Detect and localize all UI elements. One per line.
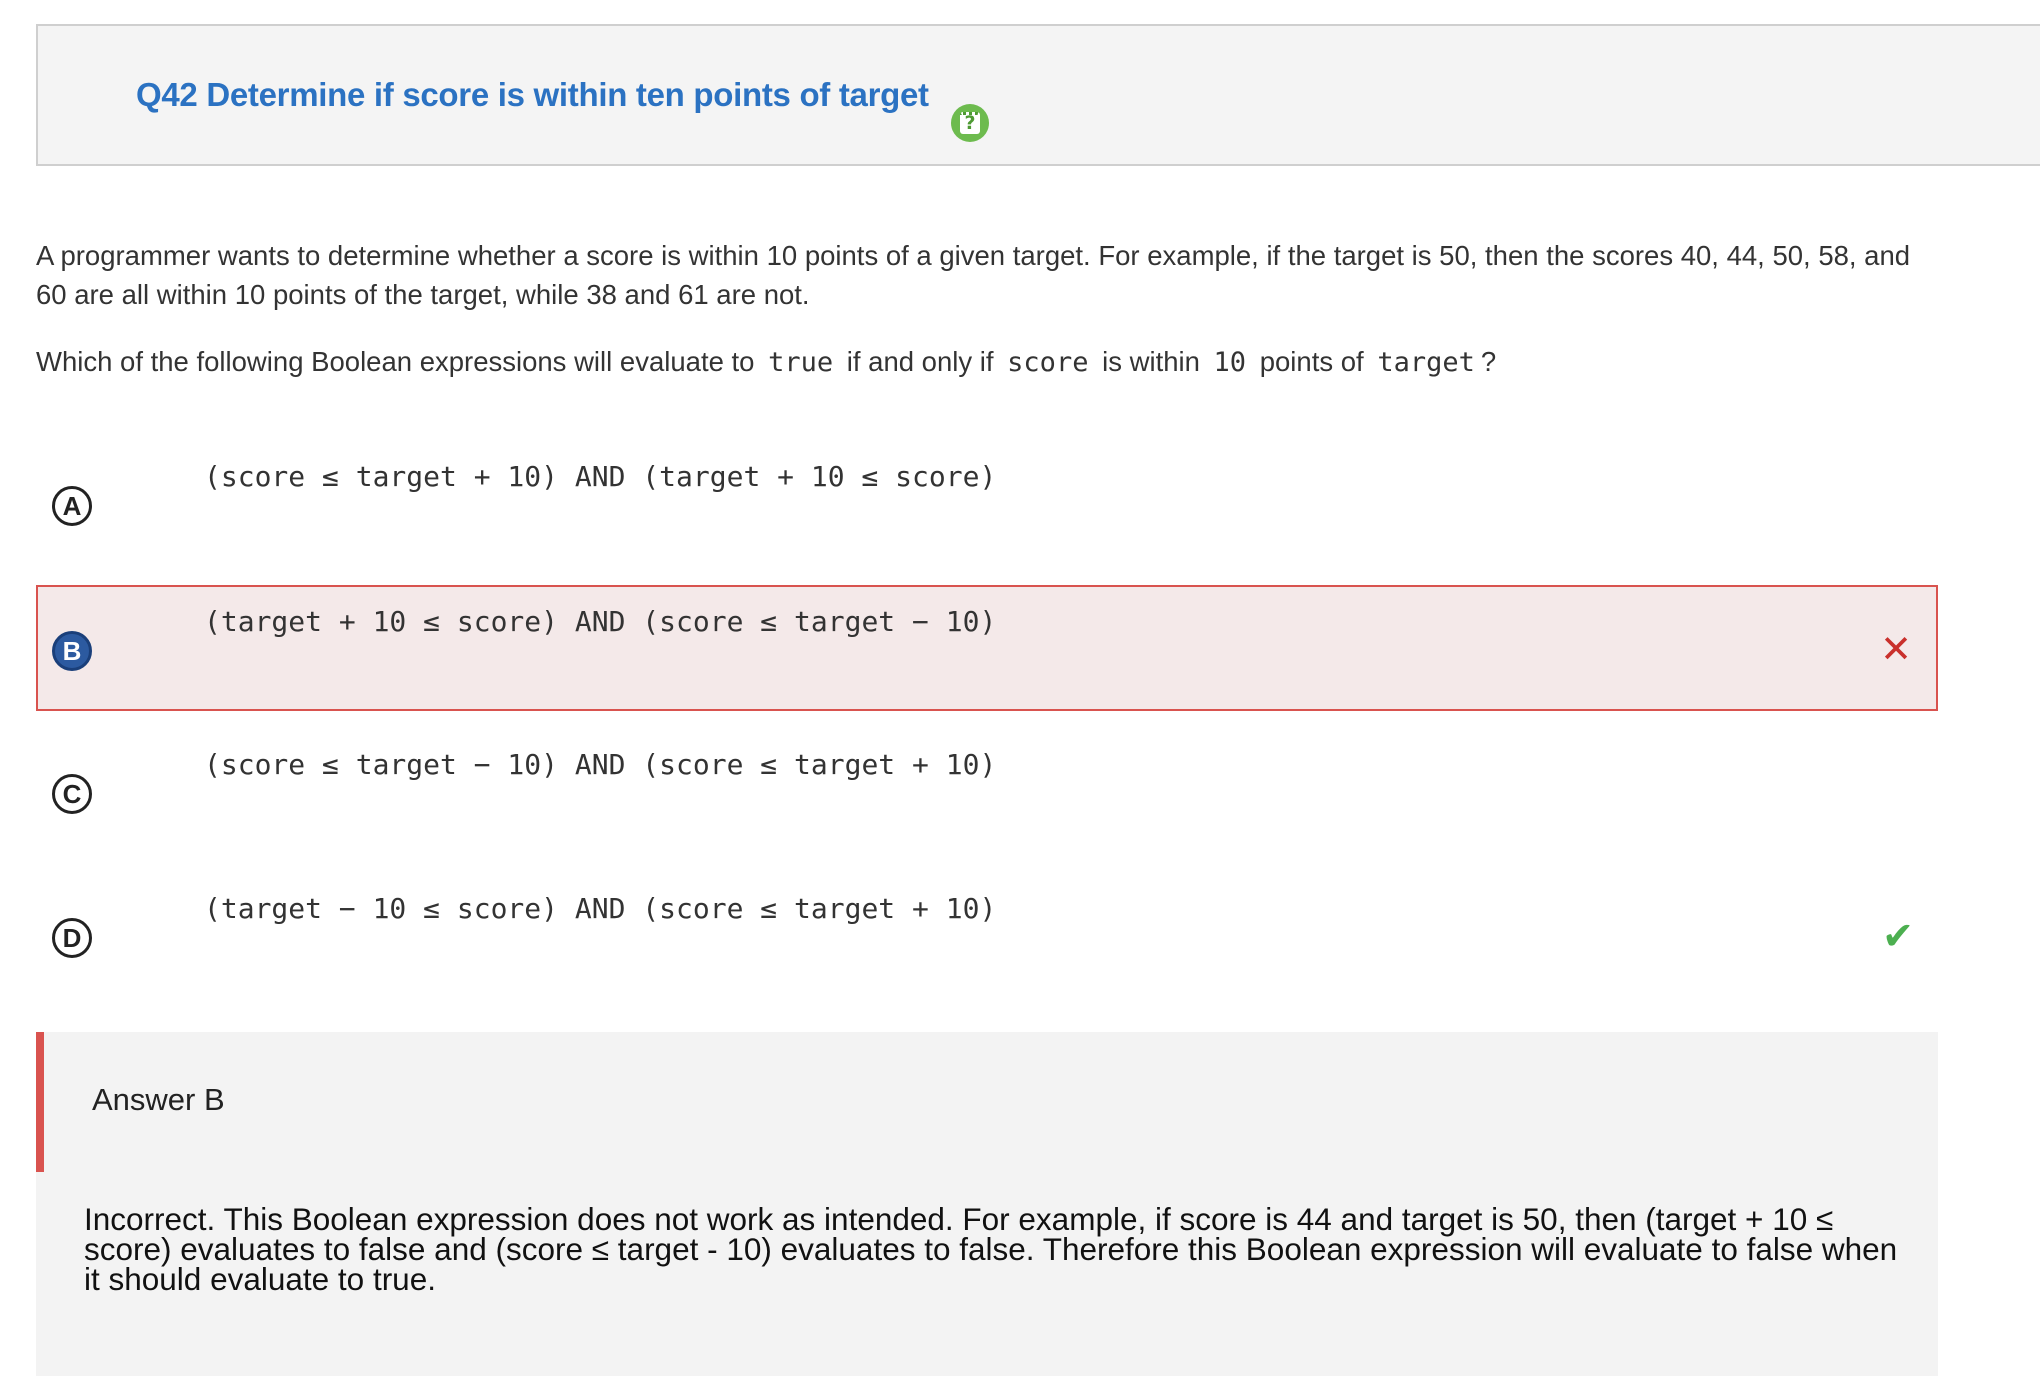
option-code: (target + 10 ≤ score) AND (score ≤ targe… [204,605,997,638]
option-a[interactable]: A (score ≤ target + 10) AND (target + 10… [36,440,1938,566]
question-title: Q42 Determine if score is within ten poi… [136,76,929,113]
option-letter-b[interactable]: B [52,631,92,671]
question-prompt: A programmer wants to determine whether … [36,240,1911,310]
question-header: Q42 Determine if score is within ten poi… [36,24,2040,166]
question-mark-icon: ? [960,112,980,134]
help-icon[interactable]: ? [951,104,989,142]
option-code: (score ≤ target − 10) AND (score ≤ targe… [204,748,997,781]
option-code: (score ≤ target + 10) AND (target + 10 ≤… [204,460,997,493]
explanation-text: Incorrect. This Boolean expression does … [84,1201,1898,1297]
stem-code: score [1007,347,1089,378]
question-stem: Which of the following Boolean expressio… [36,342,1496,383]
stem-code: 10 [1213,347,1247,378]
stem-text: ? [1480,346,1497,377]
stem-text: points of [1259,346,1364,377]
option-letter-c[interactable]: C [52,774,92,814]
option-c[interactable]: C (score ≤ target − 10) AND (score ≤ tar… [36,728,1938,854]
stem-text: Which of the following Boolean expressio… [36,346,755,377]
stem-text: if and only if [846,346,994,377]
answer-label: Answer B [92,1082,225,1117]
correct-icon: ✔ [1882,914,1914,958]
option-d[interactable]: D (target − 10 ≤ score) AND (score ≤ tar… [36,872,1938,998]
incorrect-icon: ✕ [1880,627,1912,671]
stem-code: target [1377,347,1475,378]
option-letter-a[interactable]: A [52,486,92,526]
stem-code: true [768,347,834,378]
option-code: (target − 10 ≤ score) AND (score ≤ targe… [204,892,997,925]
option-b[interactable]: B (target + 10 ≤ score) AND (score ≤ tar… [36,585,1938,711]
stem-text: is within [1102,346,1200,377]
answer-explanation: Answer B Incorrect. This Boolean express… [36,1032,1938,1376]
option-letter-d[interactable]: D [52,918,92,958]
status-bar [36,1032,44,1172]
